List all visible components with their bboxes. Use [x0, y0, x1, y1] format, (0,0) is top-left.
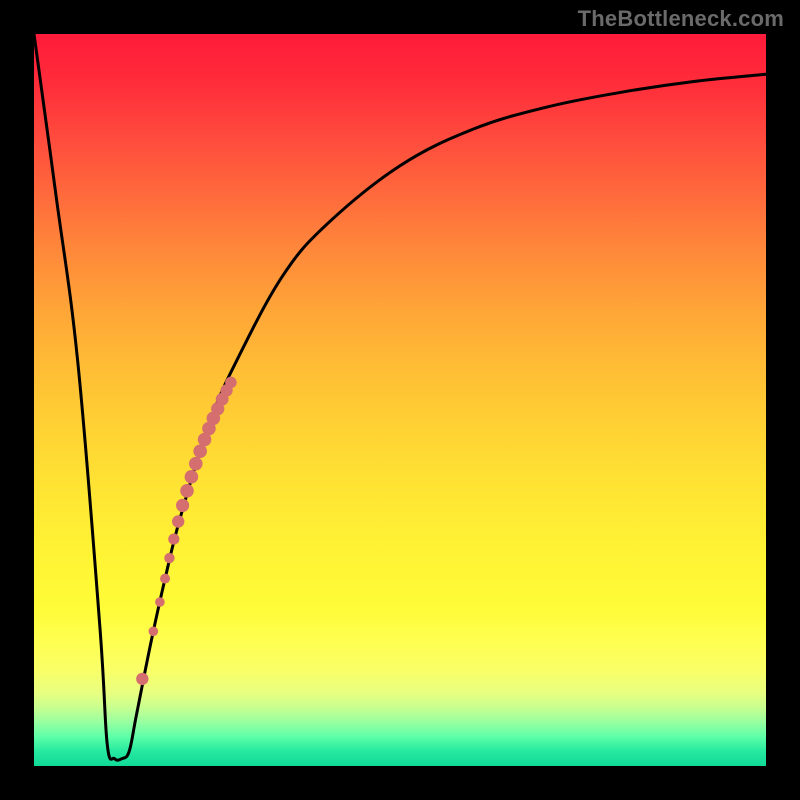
chart-svg — [34, 34, 766, 766]
data-marker — [172, 515, 184, 527]
watermark-text: TheBottleneck.com — [578, 6, 784, 32]
data-marker — [160, 574, 170, 584]
data-marker — [149, 627, 159, 637]
chart-frame: TheBottleneck.com — [0, 0, 800, 800]
data-marker — [155, 597, 165, 607]
data-marker — [168, 533, 179, 544]
data-marker — [225, 377, 237, 389]
plot-area — [34, 34, 766, 766]
data-marker — [193, 444, 207, 458]
data-marker — [180, 484, 194, 498]
bottleneck-curve — [34, 34, 766, 760]
data-marker — [185, 470, 199, 484]
data-marker — [164, 553, 174, 563]
data-marker — [176, 499, 189, 512]
data-marker — [136, 673, 148, 685]
data-marker — [189, 457, 203, 471]
